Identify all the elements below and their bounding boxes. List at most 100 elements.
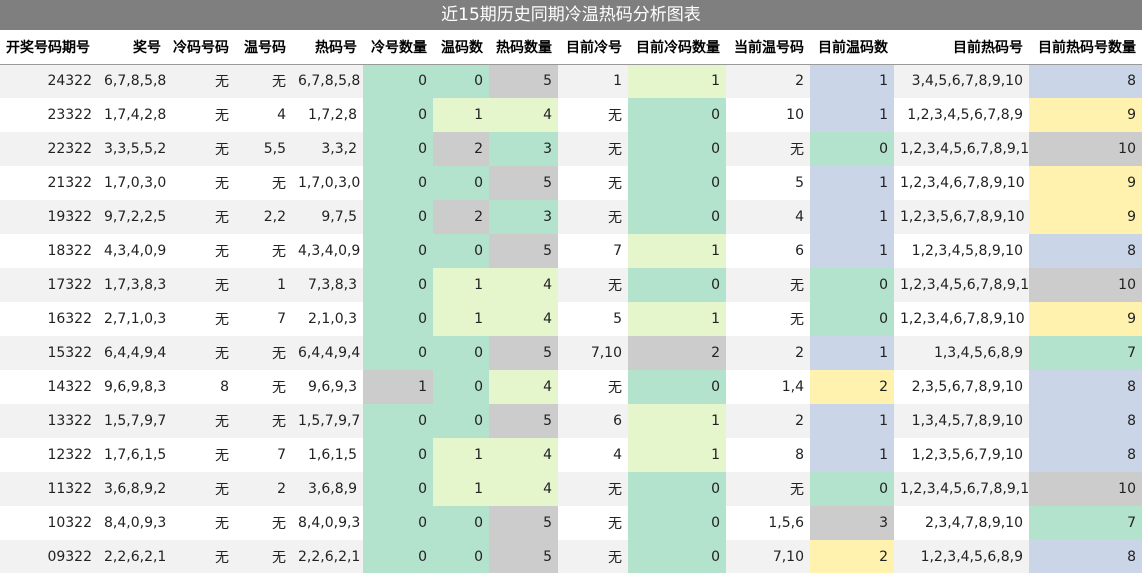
table-cell: 1 [810,438,894,472]
table-cell: 无 [215,142,229,158]
table-cell: 09322 [47,548,92,565]
table-cell: 12322 [47,447,92,463]
table-cell: 0 [628,98,726,132]
header-cell: 目前热码号 [894,30,1029,65]
table-cell: 1,7,0,3,0 [298,175,361,191]
table-cell: 无 [215,176,229,192]
table-cell: 无 [272,346,286,362]
table-cell: 7,10 [772,548,804,565]
table-cell: 16322 [47,311,92,327]
table-cell: 无 [790,482,804,498]
header-cell: 目前冷码数量 [628,30,726,65]
table-cell: 无 [272,516,286,532]
table-body: 24322 6,7,8,5,8 无无 6,7,8,5,8 0 0 5 1 1 2 1 3,4,5,6,… [0,64,1142,573]
table-cell: 1,2,3,4,6,7,8,9,10 [900,175,1025,191]
header-cell: 奖号 [98,30,167,65]
header-cell: 热码数量 [489,30,558,65]
table-row: 19322 9,7,2,2,5 无 2,2 9,7,5 0 2 3 无 0 4 1 1,2,3,5,6,… [0,200,1142,234]
table-cell: 2,3,4,7,8,9,10 [925,515,1023,531]
table-cell: 7 [1029,506,1142,540]
table-cell: 5 [795,175,804,191]
table-cell: 0 [363,64,433,98]
table-cell: 无 [608,380,622,396]
table-cell: 1 [810,336,894,370]
table-cell: 5 [489,166,558,200]
table-cell: 7 [1029,336,1142,370]
table-cell: 0 [433,506,489,540]
table-cell: 3,3,5,5,2 [104,141,167,157]
table-row: 14322 9,6,9,8,3 8 无 9,6,9,3 1 0 4 无 0 1,4 2 2,3,5,6,… [0,370,1142,404]
chart-title: 近15期历史同期冷温热码分析图表 [0,0,1142,30]
table-cell: 1,6,1,5 [308,447,357,463]
table-cell: 18322 [47,243,92,259]
table-cell: 2,2 [263,209,286,225]
table-row: 18322 4,3,4,0,9 无无 4,3,4,0,9 0 0 5 7 1 6 1 1,2,3,4,… [0,234,1142,268]
table-cell: 9,7,5 [321,209,357,225]
table-cell: 7 [277,311,286,327]
table-cell: 0 [433,540,489,573]
table-cell: 1 [810,200,894,234]
table-cell: 2,2,6,2,1 [298,548,361,565]
table-cell: 11322 [47,481,92,497]
table-cell: 0 [363,234,433,268]
table-row: 17322 1,7,3,8,3 无 1 7,3,8,3 0 1 4 无 0 无 0 1,2,3,4,5,… [0,268,1142,302]
table-cell: 4 [489,472,558,506]
table-cell: 1 [628,302,726,336]
table-row: 21322 1,7,0,3,0 无无 1,7,0,3,0 0 0 5 无 0 5 1 1,2,3,4,… [0,166,1142,200]
table-cell: 0 [363,200,433,234]
table-cell: 1,2,3,4,5,8,9,10 [911,243,1023,259]
table-cell: 4,3,4,0,9 [104,243,167,259]
table-cell: 9 [1029,98,1142,132]
table-cell: 9 [1029,166,1142,200]
table-cell: 8 [220,379,229,395]
table-cell: 0 [433,370,489,404]
table-cell: 10 [1029,132,1142,166]
table-cell: 1 [810,98,894,132]
table-cell: 3,4,5,6,7,8,9,10 [911,73,1023,90]
table-cell: 无 [215,210,229,226]
table-cell: 10 [1029,472,1142,506]
table-cell: 1,2,3,4,5,6,8,9 [920,548,1023,565]
header-cell: 目前冷号 [558,30,628,65]
table-cell: 无 [215,516,229,532]
table-cell: 4 [489,302,558,336]
table-cell: 1 [810,404,894,438]
table-cell: 1 [433,268,489,302]
table-cell: 无 [272,74,286,91]
table-cell: 2 [810,370,894,404]
table-cell: 无 [272,244,286,260]
table-cell: 2 [433,132,489,166]
table-cell: 0 [363,132,433,166]
table-cell: 2 [795,73,804,90]
table-cell: 0 [810,472,894,506]
table-cell: 9,7,2,2,5 [104,209,167,225]
table-cell: 4,3,4,0,9 [298,243,361,259]
table-cell: 0 [363,438,433,472]
table-cell: 0 [433,404,489,438]
table-cell: 4 [613,447,622,463]
table-row: 24322 6,7,8,5,8 无无 6,7,8,5,8 0 0 5 1 1 2 1 3,4,5,6,… [0,64,1142,98]
table-cell: 1,5,6 [768,515,804,531]
table-cell: 13322 [47,413,92,429]
table-cell: 0 [433,166,489,200]
header-cell: 开奖号码期号 [0,30,98,65]
table-cell: 3 [810,506,894,540]
table-cell: 无 [608,176,622,192]
table-cell: 0 [363,302,433,336]
table-cell: 1,2,3,5,6,7,9,10 [911,447,1023,463]
table-cell: 3 [489,132,558,166]
table-cell: 1,2,3,4,5,6,7,8,9,10 [900,481,1029,497]
header-cell: 冷号数量 [363,30,433,65]
table-cell: 1,2,3,4,5,6,7,8,9,10 [900,277,1029,293]
table-cell: 无 [215,346,229,362]
table-cell: 0 [810,268,894,302]
table-cell: 无 [608,482,622,498]
table-cell: 6 [613,413,622,429]
header-cell: 目前热码号数量 [1029,30,1142,65]
table-cell: 1,7,4,2,8 [104,107,167,123]
table-row: 15322 6,4,4,9,4 无无 6,4,4,9,4 0 0 5 7,10 2 2 1 1,3,4… [0,336,1142,370]
table-cell: 0 [628,166,726,200]
table-cell: 9 [1029,302,1142,336]
table-cell: 3,6,8,9,2 [104,481,167,497]
table-row: 12322 1,7,6,1,5 无 7 1,6,1,5 0 1 4 4 1 8 1 1,2,3,5,6,… [0,438,1142,472]
